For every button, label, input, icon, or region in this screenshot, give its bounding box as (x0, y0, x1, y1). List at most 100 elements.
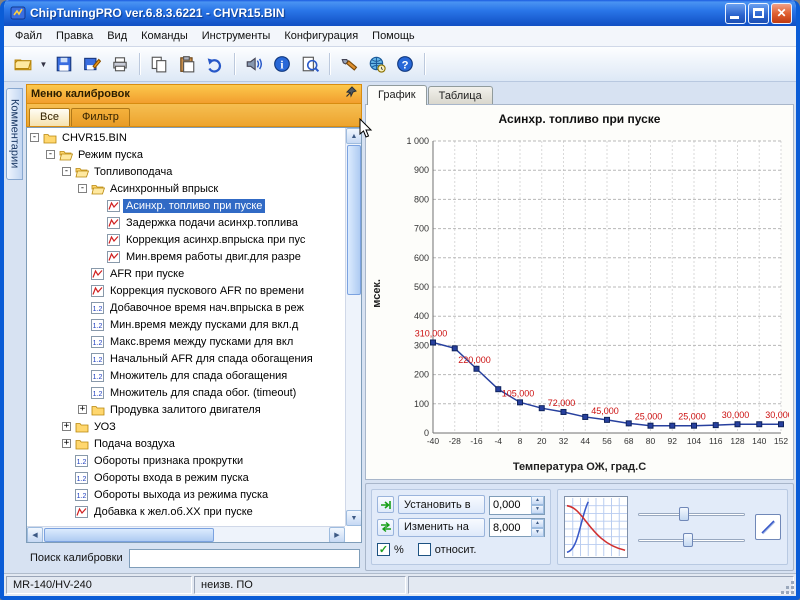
tree-item[interactable]: Асинхр. топливо при пуске (27, 197, 345, 214)
tree-item[interactable]: 1.2Начальный AFR для спада обогащения (27, 350, 345, 367)
collapse-expander[interactable]: - (46, 150, 55, 159)
close-button[interactable]: ✕ (771, 3, 792, 24)
tab-grafik[interactable]: График (367, 85, 427, 105)
info-button[interactable]: i (269, 51, 295, 77)
tools-button[interactable] (336, 51, 362, 77)
value-controls: Установить в ▲▼ Изменить на ▲▼ (371, 489, 551, 565)
open-button[interactable] (10, 51, 36, 77)
preview-button[interactable] (297, 51, 323, 77)
num-icon: 1.2 (75, 472, 91, 484)
menu-item-file[interactable]: Файл (8, 27, 49, 45)
slider-upper-thumb[interactable] (679, 507, 689, 521)
copy-button[interactable] (146, 51, 172, 77)
vertical-scroll-thumb[interactable] (347, 145, 361, 295)
tree-item[interactable]: 1.2Обороты входа в режим пуска (27, 469, 345, 486)
scroll-down-button[interactable]: ▼ (346, 510, 362, 526)
tree-item[interactable]: 1.2Множитель для спада обогащения (27, 367, 345, 384)
tree-item-label: Асинхронный впрыск (107, 182, 221, 196)
minimize-button[interactable] (725, 3, 746, 24)
slider-lower[interactable] (638, 532, 745, 548)
tree-item[interactable]: Коррекция асинхр.впрыска при пус (27, 231, 345, 248)
window-title: ChipTuningPRO ver.6.8.3.6221 - CHVR15.BI… (30, 6, 725, 20)
scroll-up-button[interactable]: ▲ (346, 128, 362, 144)
tree-item[interactable]: 1.2Обороты выхода из режима пуска (27, 486, 345, 503)
collapse-expander[interactable]: - (78, 184, 87, 193)
change-spin-up[interactable]: ▲ (531, 519, 544, 528)
tree-item-label: Мин.время между пусками для вкл.д (107, 318, 301, 332)
resize-grip[interactable] (781, 581, 795, 595)
expand-expander[interactable]: + (78, 405, 87, 414)
scroll-right-button[interactable]: ▶ (329, 527, 345, 543)
titlebar[interactable]: ChipTuningPRO ver.6.8.3.6221 - CHVR15.BI… (4, 0, 796, 26)
maximize-button[interactable] (748, 3, 769, 24)
horizontal-scroll-thumb[interactable] (44, 528, 214, 542)
folder-icon (75, 438, 91, 450)
paste-button[interactable] (174, 51, 200, 77)
slider-upper[interactable] (638, 506, 745, 522)
undo-button[interactable] (202, 51, 228, 77)
tree-item[interactable]: AFR при пуске (27, 265, 345, 282)
tree-item[interactable]: Добавка к жел.об.XX при пуске (27, 503, 345, 520)
change-value-button[interactable]: Изменить на (398, 518, 485, 537)
tree-item-label: Добавочное время нач.впрыска в реж (107, 301, 307, 315)
menu-item-edit[interactable]: Правка (49, 27, 100, 45)
menu-item-commands[interactable]: Команды (134, 27, 195, 45)
expand-expander[interactable]: + (62, 422, 71, 431)
tree-item[interactable]: - Асинхронный впрыск (27, 180, 345, 197)
tree-item[interactable]: -Режим пуска (27, 146, 345, 163)
calibration-panel-header: Меню калибровок (26, 84, 362, 104)
search-row: Поиск калибровки (26, 543, 362, 571)
open-dropdown-arrow[interactable]: ▼ (38, 51, 49, 77)
tree-item[interactable]: -Топливоподача (27, 163, 345, 180)
relative-checkbox[interactable] (418, 543, 431, 556)
collapse-expander[interactable]: - (30, 133, 39, 142)
scroll-left-button[interactable]: ◀ (27, 527, 43, 543)
tree-item[interactable]: Коррекция пускового AFR по времени (27, 282, 345, 299)
tab-filter[interactable]: Фильтр (71, 108, 130, 126)
change-spin-down[interactable]: ▼ (531, 528, 544, 537)
set-spin-up[interactable]: ▲ (531, 496, 544, 505)
calibration-search-input[interactable] (129, 549, 360, 568)
set-spin-down[interactable]: ▼ (531, 505, 544, 514)
sound-button[interactable] (241, 51, 267, 77)
tree-item[interactable]: 1.2Обороты признака прокрутки (27, 452, 345, 469)
tree-item[interactable]: -CHVR15.BIN (27, 129, 345, 146)
tree-item[interactable]: +УОЗ (27, 418, 345, 435)
menu-item-tools[interactable]: Инструменты (195, 27, 278, 45)
svg-text:32: 32 (558, 436, 568, 446)
save-as-button[interactable] (79, 51, 105, 77)
save-button[interactable] (51, 51, 77, 77)
horizontal-scrollbar[interactable]: ◀ ▶ (27, 526, 345, 542)
tree-item[interactable]: +Продувка залитого двигателя (27, 401, 345, 418)
tree-item[interactable]: 1.2Добавочное время нач.впрыска в реж (27, 299, 345, 316)
pin-icon[interactable] (345, 85, 357, 103)
svg-text:45,000: 45,000 (591, 405, 619, 415)
svg-text:1 000: 1 000 (406, 136, 429, 146)
slider-lower-thumb[interactable] (683, 533, 693, 547)
chart-title: Асинхр. топливо при пуске (499, 109, 661, 128)
set-value-icon[interactable] (377, 496, 394, 513)
tree-item[interactable]: 1.2Макс.время между пусками для вкл (27, 333, 345, 350)
vertical-scrollbar[interactable]: ▲ ▼ (345, 128, 361, 526)
collapse-expander[interactable]: - (62, 167, 71, 176)
tree-item[interactable]: Мин.время работы двиг.для разре (27, 248, 345, 265)
percent-checkbox[interactable]: ✓ (377, 543, 390, 556)
tree-item[interactable]: 1.2Мин.время между пусками для вкл.д (27, 316, 345, 333)
set-value-button[interactable]: Установить в (398, 495, 485, 514)
print-button[interactable] (107, 51, 133, 77)
tree-item[interactable]: Задержка подачи асинхр.топлива (27, 214, 345, 231)
tab-tablica[interactable]: Таблица (428, 86, 493, 105)
tree-item-label: Задержка подачи асинхр.топлива (123, 216, 301, 230)
tree-item[interactable]: +Подача воздуха (27, 435, 345, 452)
change-value-icon[interactable] (377, 519, 394, 536)
menu-item-view[interactable]: Вид (100, 27, 134, 45)
expand-expander[interactable]: + (62, 439, 71, 448)
tree-item[interactable]: 1.2Множитель для спада обог. (timeout) (27, 384, 345, 401)
tab-all[interactable]: Все (29, 108, 70, 126)
internet-button[interactable] (364, 51, 390, 77)
menu-item-help[interactable]: Помощь (365, 27, 422, 45)
linear-mode-button[interactable] (755, 514, 781, 540)
help-button[interactable]: ? (392, 51, 418, 77)
comments-tab[interactable]: Комментарии (6, 88, 23, 180)
menu-item-configuration[interactable]: Конфигурация (277, 27, 365, 45)
